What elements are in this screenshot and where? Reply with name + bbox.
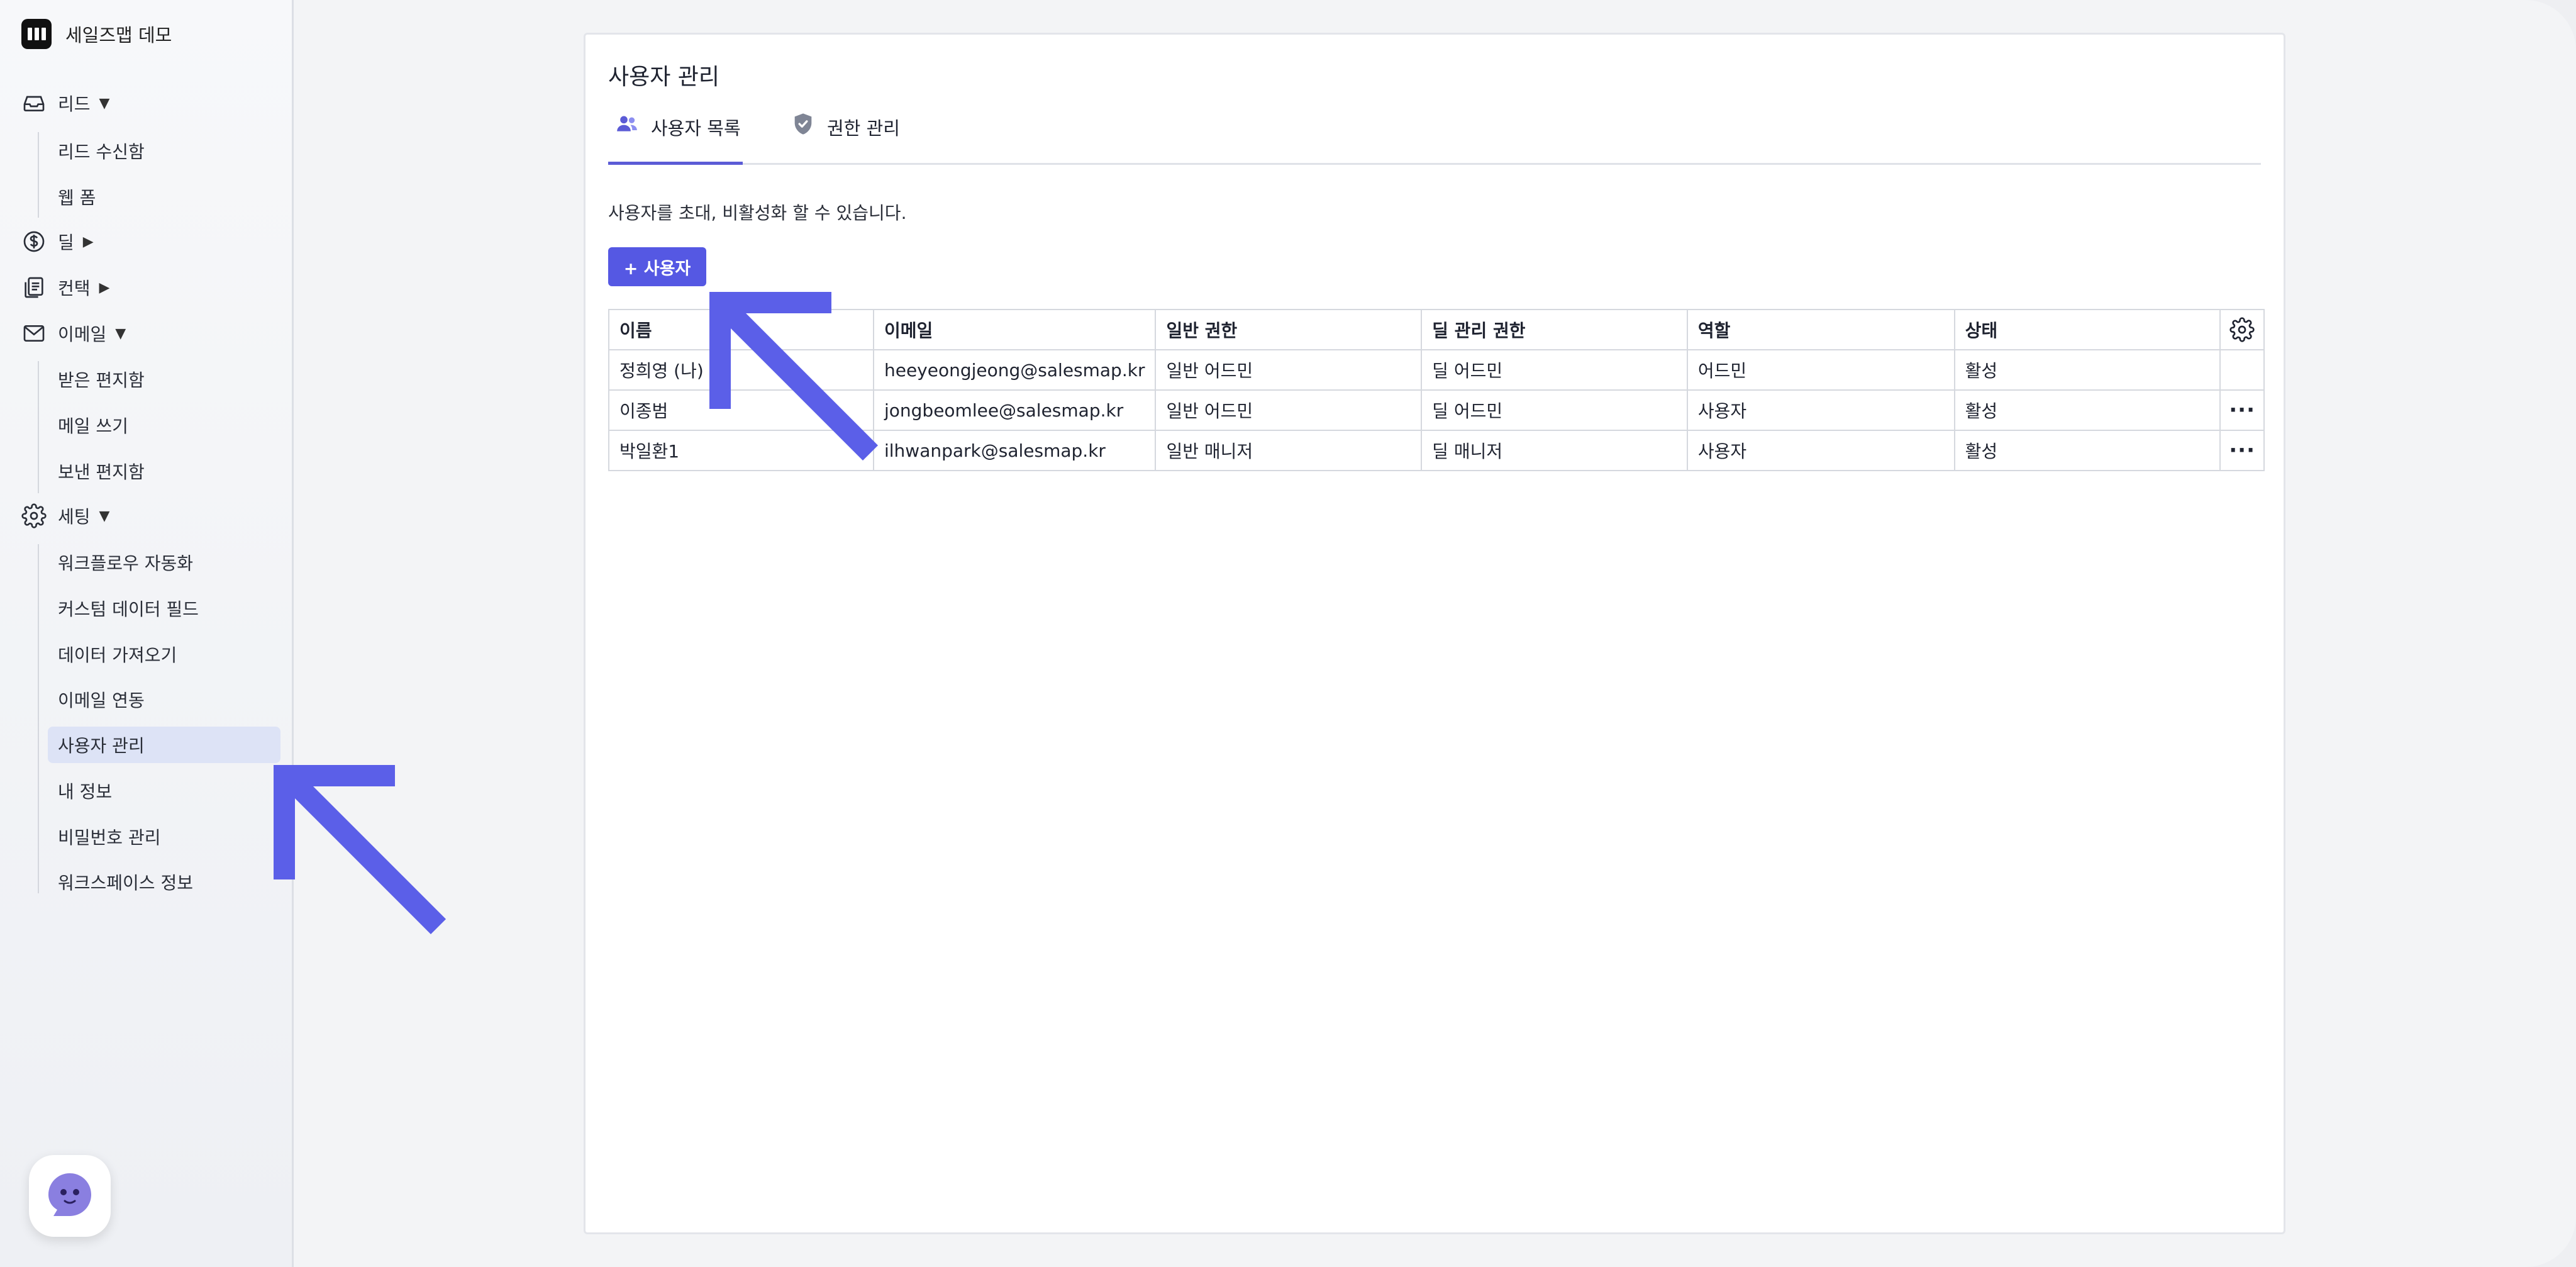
add-user-button[interactable]: + 사용자 bbox=[608, 247, 706, 286]
cell-deal-permission: 딜 매니저 bbox=[1421, 430, 1688, 471]
nav-group-email[interactable]: 이메일 ▼ bbox=[21, 321, 126, 346]
nav-subline bbox=[38, 361, 39, 493]
cell-deal-permission: 딜 어드민 bbox=[1421, 349, 1688, 391]
table-row[interactable]: 이종범 jongbeomlee@salesmap.kr 일반 어드민 딜 어드민… bbox=[608, 389, 2265, 431]
sidebar-item-password[interactable]: 비밀번호 관리 bbox=[48, 818, 280, 855]
sidebar-item-data-import[interactable]: 데이터 가져오기 bbox=[48, 636, 280, 673]
cell-actions-empty bbox=[2219, 349, 2265, 391]
cell-name: 박일환1 bbox=[608, 430, 874, 471]
gear-icon bbox=[2229, 317, 2255, 342]
nav-group-deal[interactable]: 딜 ▶ bbox=[21, 229, 94, 254]
brand-name: 세일즈맵 데모 bbox=[65, 25, 172, 46]
caret-right-icon: ▶ bbox=[82, 233, 94, 250]
cell-role: 사용자 bbox=[1686, 430, 1955, 471]
column-header-role[interactable]: 역할 bbox=[1686, 309, 1955, 350]
nav-group-label: 세팅 bbox=[58, 506, 91, 527]
cell-email: jongbeomlee@salesmap.kr bbox=[872, 389, 1157, 431]
mail-icon bbox=[23, 325, 45, 342]
table-row[interactable]: 박일환1 ilhwanpark@salesmap.kr 일반 매니저 딜 매니저… bbox=[608, 430, 2265, 471]
sidebar-item-web-form[interactable]: 웹 폼 bbox=[48, 179, 280, 215]
column-header-name[interactable]: 이름 bbox=[608, 309, 874, 350]
cell-general-permission: 일반 매니저 bbox=[1155, 430, 1423, 471]
row-menu-button[interactable]: ··· bbox=[2219, 389, 2265, 431]
cell-general-permission: 일반 어드민 bbox=[1155, 389, 1423, 431]
cell-role: 어드민 bbox=[1686, 349, 1955, 391]
tab-label: 사용자 목록 bbox=[651, 118, 741, 139]
shield-icon bbox=[794, 113, 812, 135]
column-header-status[interactable]: 상태 bbox=[1953, 309, 2221, 350]
chat-button[interactable] bbox=[29, 1155, 111, 1237]
tab-user-list[interactable]: 사용자 목록 bbox=[608, 113, 743, 165]
nav-group-contact[interactable]: 컨택 ▶ bbox=[21, 275, 109, 300]
dollar-icon bbox=[23, 231, 45, 252]
chat-bot-icon bbox=[48, 1173, 91, 1216]
page-description: 사용자를 초대, 비활성화 할 수 있습니다. bbox=[608, 203, 907, 223]
cell-general-permission: 일반 어드민 bbox=[1155, 349, 1423, 391]
nav-group-label: 컨택 bbox=[58, 278, 91, 299]
caret-down-icon: ▼ bbox=[99, 95, 110, 111]
row-menu-button[interactable]: ··· bbox=[2219, 430, 2265, 471]
column-header-general-permission[interactable]: 일반 권한 bbox=[1155, 309, 1423, 350]
column-header-email[interactable]: 이메일 bbox=[872, 309, 1157, 350]
contacts-icon bbox=[25, 277, 43, 298]
more-icon: ··· bbox=[2229, 397, 2255, 423]
users-table: 이름 이메일 일반 권한 딜 관리 권한 역할 상태 정희영 (나) heeye… bbox=[608, 309, 2265, 471]
cell-status: 활성 bbox=[1953, 349, 2221, 391]
sidebar-item-user-management[interactable]: 사용자 관리 bbox=[48, 727, 280, 763]
tab-label: 권한 관리 bbox=[827, 118, 900, 139]
users-icon bbox=[617, 116, 637, 131]
more-icon: ··· bbox=[2229, 437, 2255, 463]
arrow-to-sidebar-item bbox=[274, 765, 447, 935]
sidebar-item-my-info[interactable]: 내 정보 bbox=[48, 773, 280, 809]
column-header-deal-permission[interactable]: 딜 관리 권한 bbox=[1421, 309, 1688, 350]
tab-permissions[interactable]: 권한 관리 bbox=[791, 113, 900, 164]
cell-email: ilhwanpark@salesmap.kr bbox=[872, 430, 1157, 471]
caret-right-icon: ▶ bbox=[99, 279, 110, 296]
cell-status: 활성 bbox=[1953, 389, 2221, 431]
sidebar-item-custom-fields[interactable]: 커스텀 데이터 필드 bbox=[48, 590, 280, 627]
gear-icon bbox=[21, 503, 47, 528]
cell-role: 사용자 bbox=[1686, 389, 1955, 431]
nav-group-lead[interactable]: 리드 ▼ bbox=[21, 91, 109, 116]
nav-group-label: 리드 bbox=[58, 94, 91, 114]
nav-group-settings[interactable]: 세팅 ▼ bbox=[21, 503, 109, 528]
page-title: 사용자 관리 bbox=[608, 64, 720, 90]
cell-status: 활성 bbox=[1953, 430, 2221, 471]
sidebar-item-email-integration[interactable]: 이메일 연동 bbox=[48, 681, 280, 718]
nav-subline bbox=[38, 132, 39, 218]
sidebar-item-compose[interactable]: 메일 쓰기 bbox=[48, 407, 280, 444]
main-card: 사용자 관리 사용자 목록 권한 관리 사용자를 초대, 비활성화 할 수 있습… bbox=[584, 33, 2285, 1234]
tab-bar: 사용자 목록 권한 관리 bbox=[608, 113, 2261, 165]
cell-deal-permission: 딜 어드민 bbox=[1421, 389, 1688, 431]
caret-down-icon: ▼ bbox=[115, 325, 126, 342]
nav-subline bbox=[38, 544, 39, 893]
sidebar-item-inbox[interactable]: 받은 편지함 bbox=[48, 361, 280, 398]
inbox-icon bbox=[23, 96, 45, 111]
cell-name: 정희영 (나) bbox=[608, 349, 874, 391]
caret-down-icon: ▼ bbox=[99, 508, 110, 524]
table-settings-button[interactable] bbox=[2219, 309, 2265, 350]
app-window: 세일즈맵 데모 리드 ▼ 리드 수신함 웹 폼 딜 ▶ 컨택 ▶ 이메일 ▼ 받… bbox=[0, 0, 2576, 1267]
sidebar: 세일즈맵 데모 리드 ▼ 리드 수신함 웹 폼 딜 ▶ 컨택 ▶ 이메일 ▼ 받… bbox=[0, 0, 294, 1267]
sidebar-item-workflow[interactable]: 워크플로우 자동화 bbox=[48, 544, 280, 581]
table-header-row: 이름 이메일 일반 권한 딜 관리 권한 역할 상태 bbox=[608, 309, 2265, 350]
nav-group-label: 딜 bbox=[58, 232, 74, 253]
table-row[interactable]: 정희영 (나) heeyeongjeong@salesmap.kr 일반 어드민… bbox=[608, 349, 2265, 391]
cell-name: 이종범 bbox=[608, 389, 874, 431]
nav-group-label: 이메일 bbox=[58, 324, 107, 345]
brand-logo-icon bbox=[21, 19, 52, 49]
cell-email: heeyeongjeong@salesmap.kr bbox=[872, 349, 1157, 391]
sidebar-item-lead-inbox[interactable]: 리드 수신함 bbox=[48, 133, 280, 169]
sidebar-item-workspace-info[interactable]: 워크스페이스 정보 bbox=[48, 864, 280, 900]
sidebar-item-sent[interactable]: 보낸 편지함 bbox=[48, 453, 280, 489]
brand[interactable]: 세일즈맵 데모 bbox=[21, 19, 172, 49]
